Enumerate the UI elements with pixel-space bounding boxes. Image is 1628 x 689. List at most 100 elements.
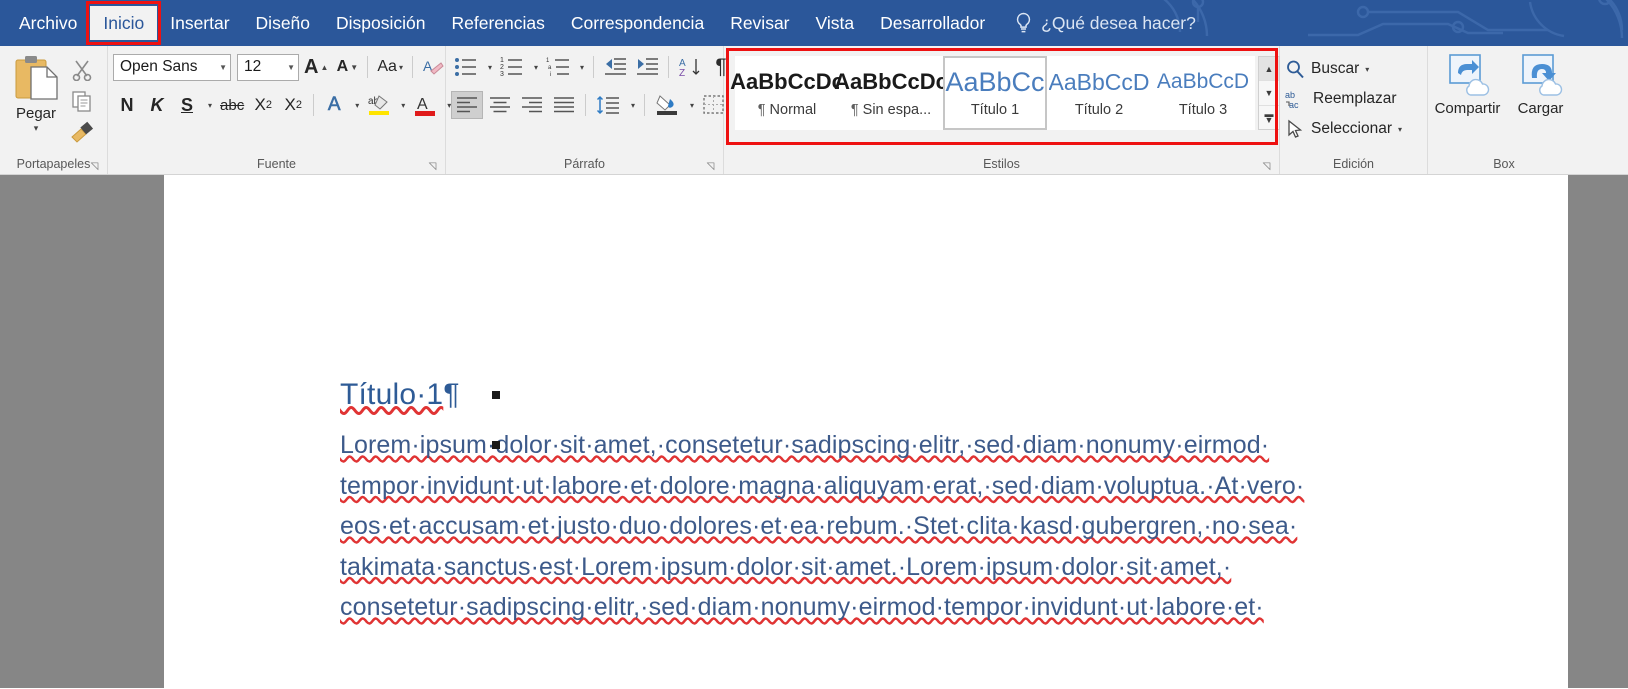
upload-cloud-icon (1515, 53, 1567, 97)
grow-font-button[interactable]: A▲ (301, 53, 331, 81)
superscript-button[interactable]: X2 (279, 91, 307, 119)
shading-button[interactable] (651, 91, 683, 119)
divider (412, 56, 413, 78)
cut-button[interactable] (67, 56, 97, 84)
select-button[interactable]: Seleccionar ▾ (1285, 116, 1402, 142)
multilevel-list-button[interactable]: 1ai (543, 53, 573, 81)
document-line: eos·et·accusam·et·justo·duo·dolores·et·e… (340, 512, 1297, 540)
highlight-caret[interactable]: ▾ (396, 91, 408, 119)
tell-me-search[interactable]: ¿Qué desea hacer? (998, 12, 1196, 34)
tab-revisar[interactable]: Revisar (717, 6, 802, 40)
replace-icon: ab ac (1285, 89, 1307, 109)
format-painter-button[interactable] (67, 118, 97, 146)
justify-icon (552, 95, 576, 115)
tab-insertar[interactable]: Insertar (157, 6, 242, 40)
borders-icon (702, 94, 726, 116)
paragraph-bullet-mark (492, 391, 500, 399)
align-right-button[interactable] (517, 91, 547, 119)
replace-button[interactable]: ab ac Reemplazar (1285, 86, 1402, 112)
styles-scroll-up-button[interactable]: ▲ (1259, 57, 1279, 81)
decrease-indent-button[interactable] (600, 53, 630, 81)
underline-options-caret[interactable]: ▾ (203, 91, 215, 119)
change-case-button[interactable]: Aa▾ (374, 53, 406, 81)
tab-referencias[interactable]: Referencias (439, 6, 558, 40)
chevron-down-icon[interactable]: ▾ (399, 63, 403, 72)
document-heading[interactable]: Título·1¶ (340, 375, 1568, 415)
align-left-button[interactable] (451, 91, 483, 119)
highlight-icon: ab (367, 93, 391, 117)
dialog-launcher-estilos[interactable]: ◹ (1261, 161, 1272, 172)
multilevel-caret[interactable]: ▾ (575, 53, 587, 81)
font-size-combo[interactable]: 12 ▼ (237, 54, 299, 81)
tab-disposicion[interactable]: Disposición (323, 6, 438, 40)
pilcrow-mark: ¶ (443, 378, 459, 411)
upload-button[interactable]: Cargar (1506, 53, 1575, 117)
document-paragraph[interactable]: Lorem·ipsum·dolor·sit·amet,·consetetur·s… (340, 425, 1403, 628)
tab-correspondencia[interactable]: Correspondencia (558, 6, 717, 40)
find-button[interactable]: Buscar ▾ (1285, 56, 1402, 82)
chevron-down-icon[interactable]: ▾ (34, 123, 39, 133)
tab-desarrollador[interactable]: Desarrollador (867, 6, 998, 40)
tab-vista[interactable]: Vista (803, 6, 868, 40)
document-page[interactable]: Título·1¶ Lorem·ipsum·dolor·sit·amet,·co… (164, 175, 1568, 688)
tab-label: Revisar (730, 13, 789, 33)
style-titulo-3[interactable]: AaBbCcD Título 3 (1151, 56, 1255, 130)
text-highlight-button[interactable]: ab (364, 91, 394, 119)
numbering-caret[interactable]: ▾ (529, 53, 541, 81)
italic-button[interactable]: K (143, 91, 171, 119)
document-line: tempor·invidunt·ut·labore·et·dolore·magn… (340, 472, 1304, 500)
bullets-caret[interactable]: ▾ (483, 53, 495, 81)
shading-caret[interactable]: ▾ (685, 91, 697, 119)
share-button[interactable]: Compartir (1433, 53, 1502, 117)
line-spacing-button[interactable] (592, 91, 624, 119)
style-sin-espaciado[interactable]: AaBbCcDc ¶ Sin espa... (839, 56, 943, 130)
style-normal[interactable]: AaBbCcDc ¶ Normal (735, 56, 839, 130)
align-center-button[interactable] (485, 91, 515, 119)
text-effects-caret[interactable]: ▾ (350, 91, 362, 119)
group-parrafo: ▾ 123 ▾ 1ai ▾ (446, 46, 724, 174)
find-label: Buscar (1311, 60, 1359, 78)
style-titulo-2[interactable]: AaBbCcD Título 2 (1047, 56, 1151, 130)
bold-button[interactable]: N (113, 91, 141, 119)
chevron-down-icon[interactable]: ▼ (283, 63, 295, 72)
tab-diseno[interactable]: Diseño (243, 6, 323, 40)
tab-inicio[interactable]: Inicio (90, 6, 157, 40)
text-effects-button[interactable]: A (320, 91, 348, 119)
line-spacing-caret[interactable]: ▾ (626, 91, 638, 119)
numbering-button[interactable]: 123 (497, 53, 527, 81)
shading-icon (654, 93, 680, 117)
subscript-button[interactable]: X2 (249, 91, 277, 119)
align-center-icon (488, 95, 512, 115)
divider (313, 94, 314, 116)
dialog-launcher-fuente[interactable]: ◹ (427, 161, 438, 172)
shrink-font-button[interactable]: A▼ (333, 53, 361, 81)
document-body[interactable]: Título·1¶ Lorem·ipsum·dolor·sit·amet,·co… (164, 175, 1568, 628)
tab-archivo[interactable]: Archivo (6, 6, 90, 40)
styles-scroll-down-button[interactable]: ▼ (1259, 81, 1279, 105)
copy-button[interactable] (67, 87, 97, 115)
scissors-icon (71, 59, 93, 81)
dialog-launcher-portapapeles[interactable]: ◹ (89, 161, 100, 172)
styles-more-button[interactable]: ▬▼ (1259, 106, 1279, 129)
justify-button[interactable] (549, 91, 579, 119)
bullets-button[interactable] (451, 53, 481, 81)
underline-button[interactable]: S (173, 91, 201, 119)
strikethrough-button[interactable]: abc (217, 91, 247, 119)
increase-indent-button[interactable] (632, 53, 662, 81)
sort-az-icon: A Z (678, 56, 702, 78)
chevron-down-icon[interactable]: ▾ (1365, 65, 1369, 74)
chevron-down-icon[interactable]: ▾ (1398, 125, 1402, 134)
font-name-combo[interactable]: Open Sans ▼ (113, 54, 231, 81)
dialog-launcher-parrafo[interactable]: ◹ (705, 161, 716, 172)
ribbon-tab-strip[interactable]: Archivo Inicio Insertar Diseño Disposici… (0, 0, 1628, 46)
clear-formatting-button[interactable]: A (419, 53, 447, 81)
sort-button[interactable]: A Z (675, 53, 705, 81)
chevron-down-icon[interactable]: ▼ (215, 63, 227, 72)
style-titulo-1[interactable]: AaBbCc Título 1 (943, 56, 1047, 130)
font-color-button[interactable]: A (410, 91, 440, 119)
styles-gallery[interactable]: AaBbCcDc ¶ Normal AaBbCcDc ¶ Sin espa...… (729, 52, 1280, 130)
styles-gallery-scroll[interactable]: ▲ ▼ ▬▼ (1258, 56, 1280, 130)
paste-button[interactable]: Pegar ▾ (5, 52, 67, 133)
paste-label: Pegar (16, 105, 56, 122)
style-sample: AaBbCcD (1157, 69, 1249, 95)
